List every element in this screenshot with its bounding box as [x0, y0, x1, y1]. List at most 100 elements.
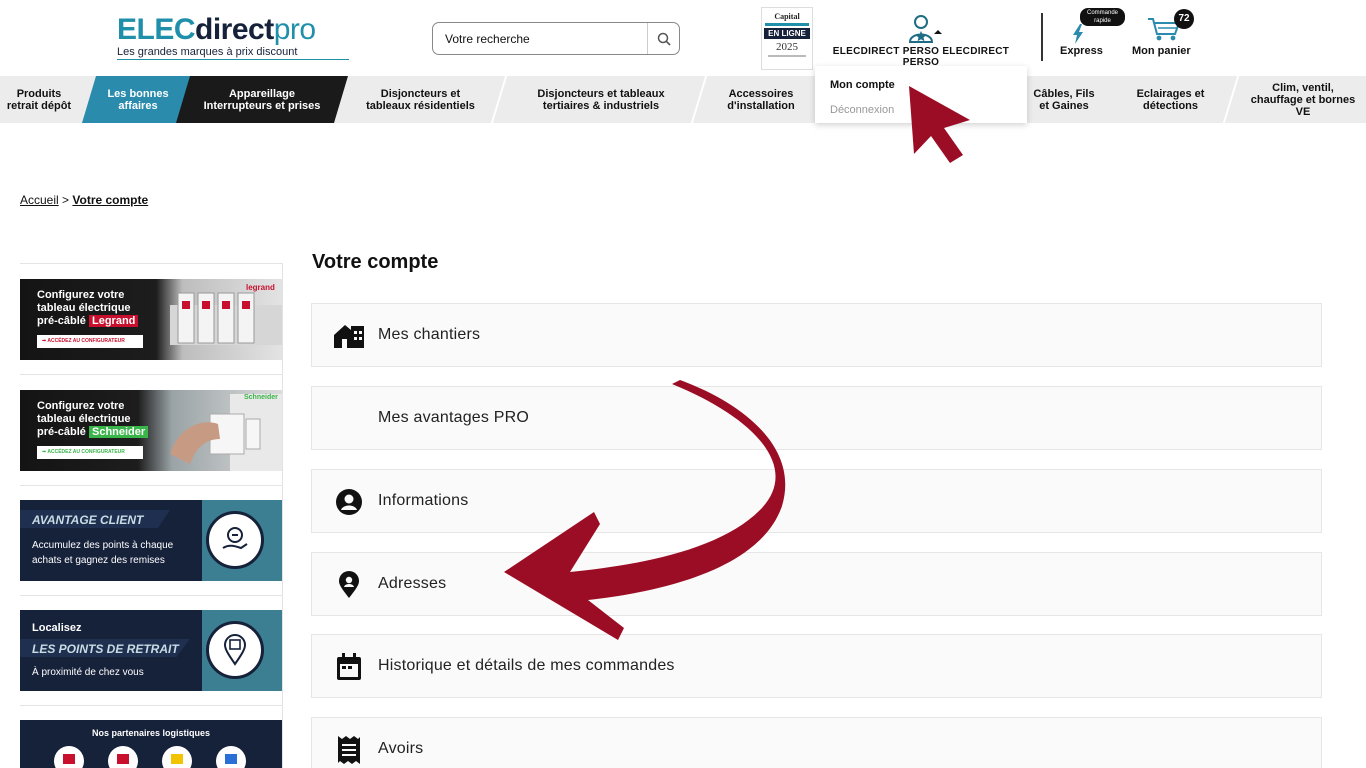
nav-item-clim[interactable]: Clim, ventil, chauffage et bornes VE: [1240, 76, 1366, 123]
dpd-predict-logo: [108, 746, 138, 768]
award-divider: [768, 55, 806, 57]
nav-item-cables[interactable]: Câbles, Fils et Gaines: [1018, 76, 1110, 123]
nav-label: Clim, ventil,: [1272, 81, 1334, 94]
nav-label: Câbles, Fils: [1033, 87, 1095, 100]
account-link-avoirs[interactable]: Avoirs: [311, 717, 1322, 768]
nav-item-accessoires[interactable]: Accessoires d'installation: [706, 76, 816, 123]
nav-item-bonnes-affaires[interactable]: Les bonnes affaires: [82, 76, 194, 123]
nav-divider: [1222, 76, 1240, 123]
logo-part-elec: ELEC: [117, 13, 196, 46]
banner-line: pré-câblé: [37, 426, 86, 438]
sidebar-divider: [20, 705, 283, 706]
main-nav: Produits retrait dépôt Les bonnes affaires…: [0, 76, 1366, 123]
lightning-icon: [1073, 24, 1083, 44]
award-brand: Capital: [774, 12, 800, 21]
house-icon: [333, 322, 365, 350]
award-year: 2025: [776, 41, 798, 53]
dpd-predict-logo-mark: [117, 754, 129, 764]
banner-line: Accumulez des points à chaque: [32, 540, 174, 551]
nav-label: Produits: [16, 87, 62, 100]
pickup-icon-circle: [206, 621, 264, 679]
nav-label: Disjoncteurs et: [380, 87, 461, 100]
chronopost-logo-mark: [225, 754, 237, 764]
loyalty-icon-circle: [206, 511, 264, 569]
chronopost-logo: [216, 746, 246, 768]
nav-label: Appareillage: [228, 87, 295, 100]
account-link-informations[interactable]: Informations: [311, 469, 1322, 533]
nav-label: d'installation: [727, 99, 795, 112]
nav-item-produits-retrait[interactable]: Produits retrait dépôt: [0, 76, 78, 123]
legrand-logo: legrand: [246, 283, 275, 292]
hand-breaker-image: [170, 394, 282, 471]
express-order-button[interactable]: Commande rapide Express: [1058, 8, 1126, 60]
banner-title: Nos partenaires logistiques: [91, 728, 211, 738]
account-menu-toggle[interactable]: ELECDIRECT PERSO ELECDIRECT PERSO: [815, 14, 1027, 68]
nav-item-appareillage[interactable]: Appareillage Interrupteurs et prises: [176, 76, 348, 123]
award-bar: [765, 23, 809, 26]
search-box: [432, 22, 680, 55]
account-link-historique-commandes[interactable]: Historique et détails de mes commandes: [311, 634, 1322, 698]
nav-item-disjoncteurs-tertiaires[interactable]: Disjoncteurs et tableaux tertiaires & ind…: [505, 76, 697, 123]
dropdown-mon-compte[interactable]: Mon compte: [830, 79, 895, 91]
header-divider: [1041, 13, 1043, 61]
banner-avantage-client[interactable]: AVANTAGE CLIENT Accumulez des points à c…: [20, 500, 282, 581]
banner-line: À proximité de chez vous: [32, 667, 144, 678]
logo-part-pro: pro: [273, 13, 316, 46]
banner-line: achats et gagnez des remises: [32, 555, 165, 566]
banner-line: pré-câblé: [37, 315, 86, 327]
row-label: Mes avantages PRO: [378, 409, 530, 426]
schneider-logo: Schneider: [244, 394, 278, 401]
search-icon: [657, 32, 671, 46]
row-label: Historique et détails de mes commandes: [378, 657, 675, 674]
banner-line: tableau électrique: [37, 413, 131, 425]
search-input[interactable]: [433, 23, 645, 54]
banner-partenaires[interactable]: Nos partenaires logistiques: [20, 720, 282, 768]
nav-label: tertiaires & industriels: [542, 99, 660, 112]
breadcrumb-current: Votre compte: [72, 193, 149, 207]
row-label: Mes chantiers: [378, 326, 481, 343]
nav-item-disjoncteurs-residentiels[interactable]: Disjoncteurs et tableaux résidentiels: [348, 76, 493, 123]
award-badge: Capital EN LIGNE 2025: [761, 7, 813, 70]
breadcrumb-separator: >: [62, 193, 70, 207]
account-link-adresses[interactable]: Adresses: [311, 552, 1322, 616]
laposte-logo-mark: [171, 754, 183, 764]
nav-label: détections: [1142, 99, 1198, 112]
sidebar-divider: [20, 263, 283, 264]
nav-label: Disjoncteurs et tableaux: [537, 87, 665, 100]
dropdown-deconnexion[interactable]: Déconnexion: [830, 104, 894, 116]
banner-configurator-schneider[interactable]: Schneider Configurez votre tableau élect…: [20, 390, 282, 471]
banner-configurator-legrand[interactable]: legrand Configurez votre tableau électri…: [20, 279, 282, 360]
nav-label: Interrupteurs et prises: [203, 99, 321, 112]
banner-brand: Schneider: [88, 426, 149, 438]
row-label: Adresses: [378, 575, 447, 592]
account-link-avantages-pro[interactable]: Mes avantages PRO: [311, 386, 1322, 450]
search-button[interactable]: [647, 23, 679, 54]
nav-label: tableaux résidentiels: [366, 99, 475, 112]
logo-tagline: Les grandes marques à prix discount: [117, 46, 349, 60]
site-logo[interactable]: ELECdirectpro Les grandes marques à prix…: [117, 14, 349, 60]
nav-label: chauffage et bornes: [1250, 93, 1356, 106]
nav-item-eclairages[interactable]: Eclairages et détections: [1118, 76, 1223, 123]
caret-up-icon: [934, 30, 942, 34]
nav-label: Eclairages et: [1136, 87, 1205, 100]
account-link-chantiers[interactable]: Mes chantiers: [311, 303, 1322, 367]
express-badge: Commande rapide: [1080, 8, 1125, 26]
banner-configurator-button[interactable]: ➡ ACCÉDEZ AU CONFIGURATEUR: [37, 446, 143, 459]
receipt-icon: [333, 736, 365, 764]
nav-label: VE: [1295, 105, 1311, 118]
sidebar-divider: [20, 374, 283, 375]
cart-count-badge: 72: [1174, 9, 1194, 29]
banner-points-retrait[interactable]: Localisez LES POINTS DE RETRAIT À proxim…: [20, 610, 282, 691]
nav-label: et Gaines: [1039, 99, 1089, 112]
cart-button[interactable]: 72 Mon panier: [1130, 8, 1200, 60]
user-circle-icon: [333, 488, 365, 516]
page: ELECdirectpro Les grandes marques à prix…: [0, 0, 1366, 768]
banner-configurator-button[interactable]: ➡ ACCÉDEZ AU CONFIGURATEUR: [37, 335, 143, 348]
banner-line: Localisez: [32, 622, 82, 634]
banner-line: tableau électrique: [37, 302, 131, 314]
breadcrumb-home[interactable]: Accueil: [20, 193, 59, 207]
banner-title: LES POINTS DE RETRAIT: [32, 642, 179, 656]
electrical-panel-image: [170, 292, 282, 345]
banner-brand: Legrand: [88, 315, 139, 327]
cart-label: Mon panier: [1132, 45, 1191, 57]
